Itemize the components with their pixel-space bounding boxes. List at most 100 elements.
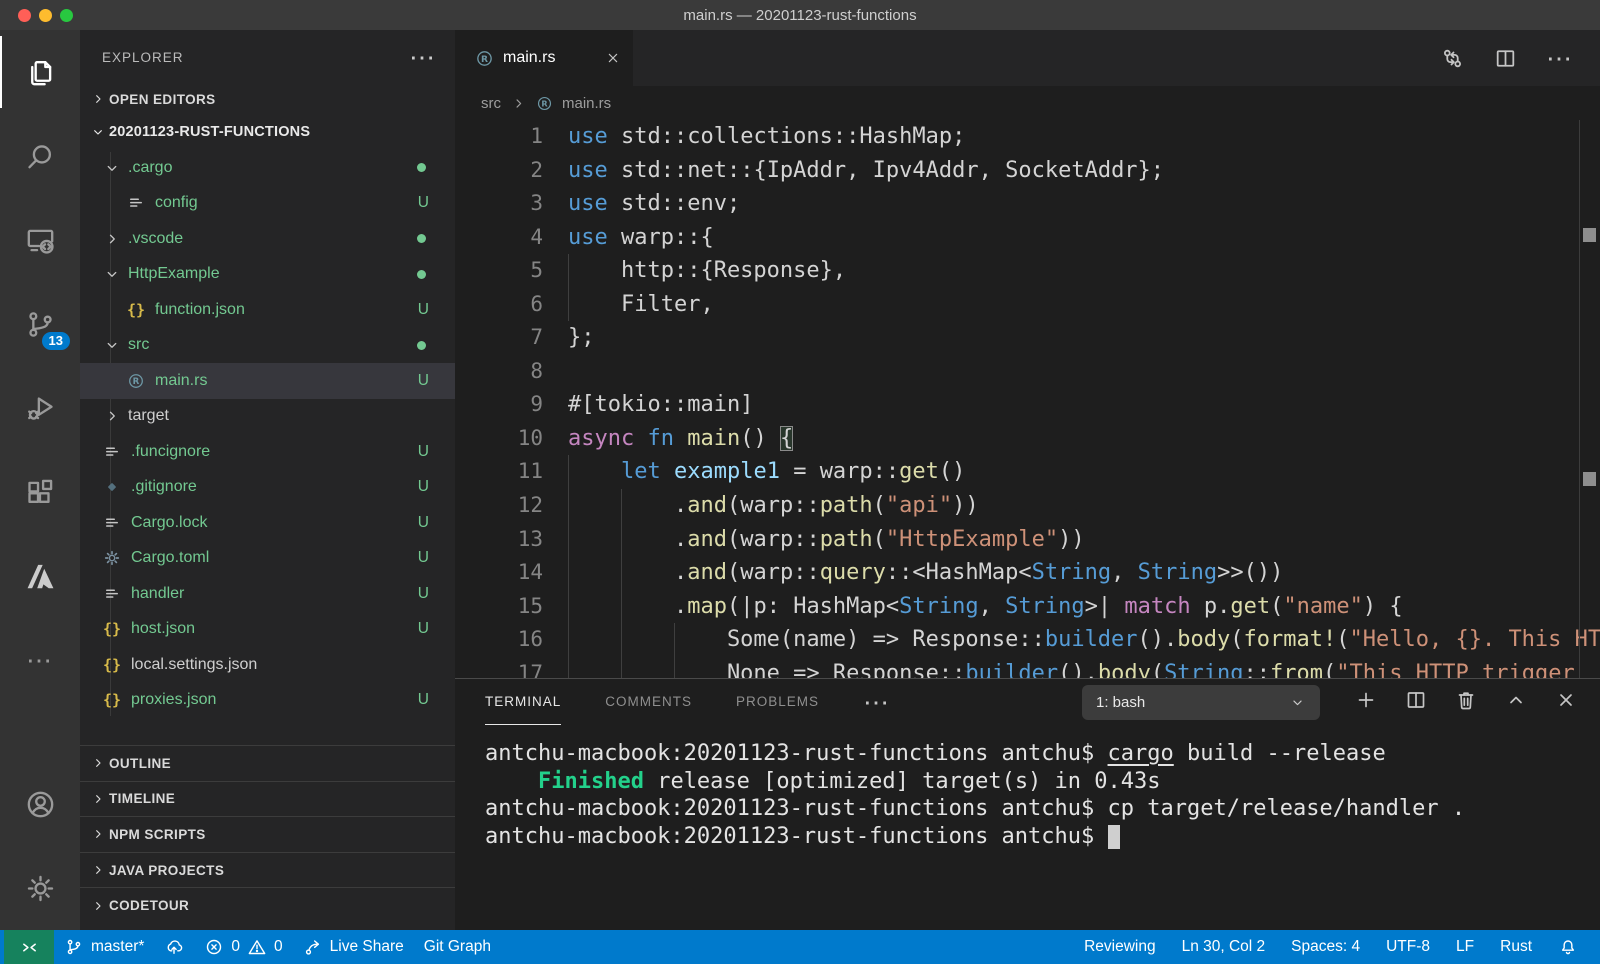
panel-more-tabs-icon[interactable]: ⋯	[863, 692, 891, 712]
tree-item-funcignore[interactable]: .funcignoreU	[80, 434, 455, 470]
status-reviewing[interactable]: Reviewing	[1074, 930, 1166, 964]
panel-tab-terminal[interactable]: TERMINAL	[485, 679, 561, 725]
code-text: .and(warp::path("api"))	[543, 489, 1600, 523]
activity-item-source-control[interactable]: 13	[0, 282, 80, 366]
sidebar-section-label: NPM SCRIPTS	[109, 827, 206, 842]
split-terminal-button[interactable]	[1404, 688, 1428, 717]
tree-item-cargo-lock[interactable]: Cargo.lock U	[80, 505, 455, 541]
breadcrumb: src R main.rs	[455, 86, 1600, 120]
close-panel-button[interactable]	[1554, 688, 1578, 717]
tree-item-main-rs[interactable]: Rmain.rsU	[80, 363, 455, 399]
panel-tab-problems[interactable]: PROBLEMS	[736, 679, 819, 725]
breadcrumb-folder[interactable]: src	[481, 95, 501, 112]
tree-item-src[interactable]: src	[80, 328, 455, 364]
minimize-window-button[interactable]	[39, 9, 52, 22]
explorer-actions-icon[interactable]: ⋯	[409, 47, 437, 67]
activity-item-search[interactable]	[0, 114, 80, 198]
sidebar-section-label: JAVA PROJECTS	[109, 863, 224, 878]
status-indentation[interactable]: Spaces: 4	[1281, 930, 1370, 964]
tree-item-config[interactable]: configU	[80, 186, 455, 222]
split-editor-icon[interactable]	[1493, 46, 1518, 71]
tree-item-label: Cargo.lock	[131, 514, 207, 532]
breadcrumb-file[interactable]: main.rs	[562, 95, 611, 112]
sidebar-section-npm-scripts[interactable]: NPM SCRIPTS	[80, 816, 455, 852]
compare-changes-icon[interactable]	[1440, 46, 1465, 71]
sidebar-section-outline[interactable]: OUTLINE	[80, 745, 455, 781]
close-tab-icon[interactable]	[605, 50, 621, 66]
indent-guide	[568, 455, 569, 489]
line-number: 5	[455, 254, 543, 288]
panel-tab-comments[interactable]: COMMENTS	[605, 679, 692, 725]
tree-item-host-json[interactable]: {}host.jsonU	[80, 612, 455, 648]
activity-item-explorer[interactable]	[0, 30, 80, 114]
terminal-output[interactable]: antchu-macbook:20201123-rust-functions a…	[455, 725, 1600, 851]
tree-item-function-json[interactable]: {}function.jsonU	[80, 292, 455, 328]
tree-item-label: main.rs	[155, 372, 207, 390]
tree-item-gitignore[interactable]: .gitignoreU	[80, 470, 455, 506]
code-editor[interactable]: 1use std::collections::HashMap;2use std:…	[455, 120, 1600, 678]
gear-file-icon	[102, 549, 122, 567]
close-window-button[interactable]	[18, 9, 31, 22]
root-folder-section[interactable]: 20201123-RUST-FUNCTIONS	[80, 114, 455, 150]
activity-item-remote-explorer[interactable]	[0, 198, 80, 282]
zoom-window-button[interactable]	[60, 9, 73, 22]
activity-item-more-views[interactable]: ⋯	[0, 618, 80, 702]
status-notifications[interactable]	[1548, 930, 1588, 964]
terminal-shell-selector[interactable]: 1: bash	[1082, 685, 1320, 720]
status-cursor-position-label: Ln 30, Col 2	[1182, 938, 1266, 956]
code-line: 1use std::collections::HashMap;	[455, 120, 1600, 154]
git-icon	[102, 478, 122, 496]
maximize-panel-button[interactable]	[1504, 688, 1528, 717]
status-live-share[interactable]: Live Share	[293, 930, 414, 964]
git-untracked-badge: U	[418, 514, 429, 532]
code-line: 3use std::env;	[455, 187, 1600, 221]
tab-main-rs[interactable]: R main.rs	[455, 30, 633, 86]
status-remote-indicator[interactable]	[4, 930, 54, 964]
ellipsis-icon[interactable]: ⋯	[1546, 48, 1574, 68]
sidebar-section-java-projects[interactable]: JAVA PROJECTS	[80, 852, 455, 888]
overview-ruler[interactable]	[1579, 120, 1600, 678]
tree-item-handler[interactable]: handlerU	[80, 576, 455, 612]
code-text: };	[543, 321, 1600, 355]
activity-item-azure[interactable]	[0, 534, 80, 618]
status-eol[interactable]: LF	[1446, 930, 1484, 964]
tree-item-cargo[interactable]: .cargo	[80, 150, 455, 186]
source-control-badge: 13	[42, 332, 70, 350]
git-untracked-badge: U	[418, 585, 429, 603]
line-number: 13	[455, 523, 543, 557]
activity-item-settings[interactable]	[0, 846, 80, 930]
cloud-upload-icon	[164, 937, 184, 957]
tree-item-label: .gitignore	[131, 478, 197, 496]
tree-item-vscode[interactable]: .vscode	[80, 221, 455, 257]
activity-item-extensions[interactable]	[0, 450, 80, 534]
sidebar-section-codetour[interactable]: CODETOUR	[80, 887, 455, 923]
status-git-graph[interactable]: Git Graph	[414, 930, 501, 964]
status-git-branch[interactable]: master*	[54, 930, 154, 964]
code-text: http::{Response},	[543, 254, 1600, 288]
tree-item-label: local.settings.json	[131, 656, 257, 674]
indent-guide	[568, 523, 569, 557]
tree-item-proxies-json[interactable]: {}proxies.jsonU	[80, 683, 455, 719]
indent-guide	[568, 556, 569, 590]
chevron-down-icon	[102, 265, 122, 283]
status-encoding[interactable]: UTF-8	[1376, 930, 1440, 964]
open-editors-section[interactable]: OPEN EDITORS	[80, 84, 455, 114]
tree-item-local-settings-json[interactable]: {}local.settings.json	[80, 647, 455, 683]
chevron-right-icon	[90, 755, 106, 771]
sidebar-section-timeline[interactable]: TIMELINE	[80, 781, 455, 817]
git-untracked-badge: U	[418, 620, 429, 638]
code-text: use std::net::{IpAddr, Ipv4Addr, SocketA…	[543, 154, 1600, 188]
status-cursor-position[interactable]: Ln 30, Col 2	[1172, 930, 1276, 964]
status-language-mode[interactable]: Rust	[1490, 930, 1542, 964]
activity-item-run-debug[interactable]	[0, 366, 80, 450]
tree-item-httpexample[interactable]: HttpExample	[80, 257, 455, 293]
status-problems[interactable]: 00	[194, 930, 292, 964]
tree-item-cargo-toml[interactable]: Cargo.tomlU	[80, 541, 455, 577]
activity-item-account[interactable]	[0, 762, 80, 846]
kill-terminal-button[interactable]	[1454, 688, 1478, 717]
svg-text:R: R	[133, 377, 140, 387]
code-text: None => Response::builder().body(String:…	[543, 657, 1600, 678]
new-terminal-button[interactable]	[1354, 688, 1378, 717]
tree-item-target[interactable]: target	[80, 399, 455, 435]
status-sync-changes[interactable]	[154, 930, 194, 964]
